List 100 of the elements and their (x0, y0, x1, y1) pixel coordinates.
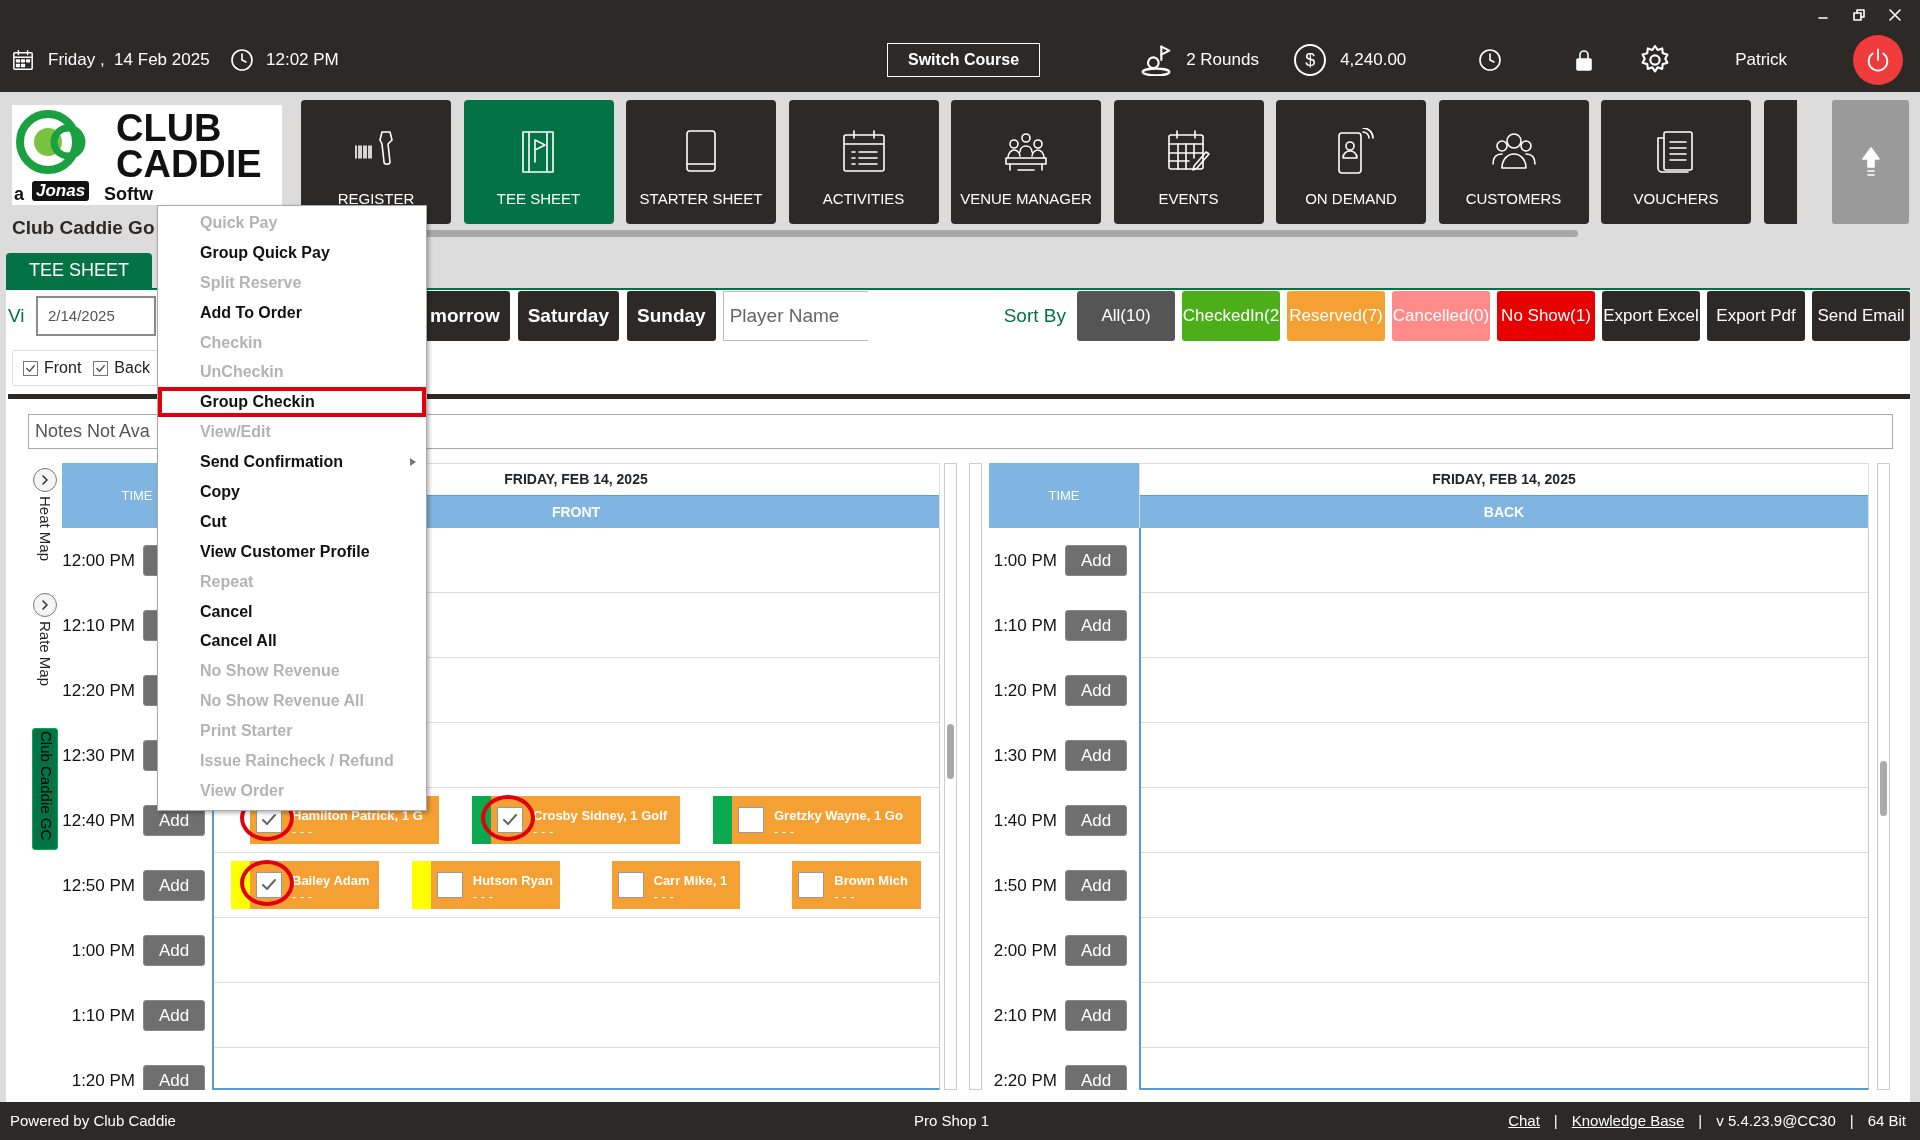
chevron-icon (41, 599, 49, 611)
nav-tile[interactable]: VENUE MANAGER (951, 100, 1101, 224)
time-slot: 1:30 PM (989, 742, 1057, 769)
checkbox[interactable] (617, 872, 644, 898)
player-search-field[interactable]: Player Name (722, 291, 868, 341)
side-tab-label: Heat Map (36, 496, 56, 564)
add-button[interactable]: Add (1065, 675, 1127, 706)
chevron-icon (41, 474, 49, 486)
add-button[interactable]: Add (1065, 1065, 1127, 1090)
add-button[interactable]: Add (1065, 740, 1127, 771)
footer-link[interactable]: Knowledge Base (1571, 1109, 1685, 1133)
time-slot: 1:10 PM (989, 612, 1057, 639)
add-button[interactable]: Add (143, 870, 205, 901)
checkbox[interactable] (436, 872, 463, 898)
checkbox[interactable] (497, 807, 523, 833)
time-slot: 1:50 PM (989, 872, 1057, 899)
submenu-arrow-icon (410, 458, 416, 467)
checkbox[interactable] (256, 872, 282, 898)
export-button[interactable]: Export Pdf (1707, 291, 1805, 341)
nav-tile[interactable]: EVENTS (1113, 100, 1264, 224)
time-slot: 12:40 PM (62, 807, 135, 834)
time-slot: 12:00 PM (62, 547, 135, 574)
menu-item[interactable]: Send Confirmation (158, 447, 426, 477)
day-button[interactable]: Saturday (517, 291, 619, 341)
export-button[interactable]: Send Email (1812, 291, 1910, 341)
restore-icon[interactable] (1852, 8, 1866, 22)
menu-item[interactable]: Cancel (158, 596, 426, 627)
switch-course-button[interactable]: Switch Course (887, 43, 1041, 77)
footer-link[interactable]: Chat (1508, 1109, 1540, 1133)
add-button[interactable]: Add (1065, 1000, 1127, 1031)
menu-item[interactable]: Add To Order (158, 297, 426, 328)
side-tab-label: Rate Map (36, 621, 56, 689)
expand-button[interactable] (33, 593, 57, 617)
checkbox[interactable] (93, 360, 109, 376)
time-slot: 2:10 PM (989, 1002, 1057, 1029)
filter-button[interactable]: All(10) (1077, 291, 1175, 341)
nav-tile[interactable] (1763, 100, 1797, 224)
separator-text: | (1698, 1110, 1703, 1131)
time-slot: 1:10 PM (62, 1002, 135, 1029)
menu-item[interactable]: Group Checkin (158, 387, 426, 418)
date-field[interactable]: 2/14/2025 (36, 296, 156, 336)
nav-tile[interactable]: CUSTOMERS (1438, 100, 1589, 224)
time-text: 12:02 PM (266, 49, 340, 72)
add-button[interactable]: Add (143, 935, 205, 966)
checkbox[interactable] (738, 807, 764, 833)
checkbox[interactable] (798, 872, 825, 898)
nav-tile[interactable]: ACTIVITIES (788, 100, 939, 224)
power-button[interactable] (1853, 35, 1904, 85)
nav-tile[interactable]: TEE SHEET (463, 100, 614, 224)
player-name: Hamilton Patrick, 1 G (292, 807, 423, 824)
booking-detail: - - - (292, 824, 314, 839)
brand-text: Jonas (32, 181, 90, 201)
scrollbar[interactable] (944, 463, 957, 1090)
check-icon (261, 878, 277, 892)
booking-detail: - - - (292, 889, 314, 904)
scrollbar[interactable] (969, 463, 982, 1090)
add-button[interactable]: Add (1065, 935, 1127, 966)
player-name: Carr Mike, 1 (653, 872, 728, 889)
add-button[interactable]: Add (1065, 870, 1127, 901)
player-name: Brown Mich (834, 872, 908, 889)
clock-icon[interactable] (1478, 48, 1503, 72)
close-icon[interactable] (1888, 8, 1902, 22)
menu-item[interactable]: Cut (158, 506, 426, 537)
player-name: Hutson Ryan (472, 872, 553, 889)
date-header: FRIDAY, FEB 14, 2025 (1432, 470, 1576, 489)
time-slot: 1:20 PM (989, 677, 1057, 704)
add-button[interactable]: Add (143, 1065, 205, 1090)
menu-item[interactable]: Group Quick Pay (158, 237, 426, 268)
nav-tile[interactable]: ON DEMAND (1276, 100, 1426, 224)
expand-button[interactable] (33, 468, 57, 492)
rounds-text: 2 Rounds (1186, 49, 1260, 72)
menu-item[interactable]: Cancel All (158, 626, 426, 657)
currency-symbol: $ (1294, 44, 1327, 76)
time-slot: 1:00 PM (989, 547, 1057, 574)
golf-flag-icon (1140, 44, 1173, 76)
column-header: TIME (989, 463, 1139, 528)
course-tag[interactable]: Club Caddie GC (32, 728, 58, 850)
course-name: Club Caddie Go (12, 216, 155, 240)
nav-tile[interactable]: STARTER SHEET (626, 100, 776, 224)
arrow-up-icon (1860, 146, 1881, 178)
tab[interactable]: TEE SHEET (6, 253, 152, 288)
sort-label: Sort By (1003, 303, 1066, 328)
nav-tile[interactable]: VOUCHERS (1601, 100, 1751, 224)
add-button[interactable]: Add (1065, 610, 1127, 641)
export-button[interactable]: Export Excel (1602, 291, 1700, 341)
filter-button[interactable]: No Show(1) (1497, 291, 1595, 341)
filter-button[interactable]: CheckedIn(2 (1182, 291, 1280, 341)
menu-item[interactable]: Copy (158, 477, 426, 507)
add-button[interactable]: Add (143, 1000, 205, 1031)
footer-text: 64 Bit (1867, 1110, 1906, 1131)
day-button[interactable]: Sunday (627, 291, 716, 341)
time-slot: 12:10 PM (62, 612, 135, 639)
column-header: BACK (1140, 495, 1868, 528)
scrollbar[interactable] (1877, 463, 1890, 1090)
add-button[interactable]: Add (1065, 545, 1127, 576)
checkbox[interactable] (23, 360, 38, 376)
separator-text: | (1553, 1110, 1558, 1131)
menu-item[interactable]: View Customer Profile (158, 536, 426, 567)
add-button[interactable]: Add (1065, 805, 1127, 836)
user-name: Patrick (1735, 49, 1789, 72)
